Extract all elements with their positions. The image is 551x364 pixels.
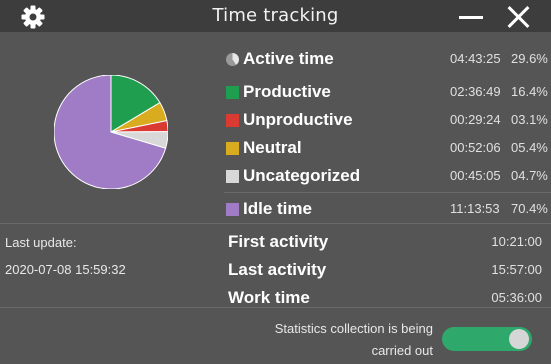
category-duration: 02:36:49: [450, 84, 501, 99]
category-duration: 00:29:24: [450, 112, 501, 127]
category-duration: 00:52:06: [450, 140, 501, 155]
last-activity-label: Last activity: [228, 260, 327, 279]
category-row-neutral: Neutral 00:52:06 05.4%: [224, 136, 551, 160]
work-time-value: 05:36:00: [491, 290, 542, 305]
last-activity-row: Last activity 15:57:00: [228, 259, 546, 283]
time-distribution-pie-chart: [54, 75, 168, 189]
category-duration: 00:45:05: [450, 168, 501, 183]
category-row-uncategorized: Uncategorized 00:45:05 04.7%: [224, 164, 551, 188]
statistics-status-text: Statistics collection is being carried o…: [274, 321, 433, 358]
idle-color-swatch: [226, 203, 239, 216]
active-time-duration: 04:43:25: [450, 51, 501, 66]
idle-time-label: Idle time: [243, 199, 312, 218]
statistics-collection-toggle[interactable]: [442, 327, 532, 351]
category-percent: 03.1%: [511, 112, 548, 127]
category-percent: 05.4%: [511, 140, 548, 155]
neutral-color-swatch: [226, 142, 239, 155]
idle-time-percent: 70.4%: [511, 201, 548, 216]
first-activity-row: First activity 10:21:00: [228, 231, 546, 255]
active-time-row: Active time 04:43:25 29.6%: [224, 47, 551, 71]
last-update-label: Last update:: [5, 235, 77, 250]
footer: Statistics collection is being carried o…: [0, 308, 551, 364]
title-bar: Time tracking: [0, 0, 551, 32]
category-row-productive: Productive 02:36:49 16.4%: [224, 80, 551, 104]
category-label: Uncategorized: [243, 166, 361, 185]
active-time-percent: 29.6%: [511, 51, 548, 66]
category-label: Unproductive: [243, 110, 353, 129]
first-activity-label: First activity: [228, 232, 329, 251]
unproductive-color-swatch: [226, 114, 239, 127]
idle-time-duration: 11:13:53: [450, 201, 500, 216]
category-label: Neutral: [243, 138, 302, 157]
uncategorized-color-swatch: [226, 170, 239, 183]
category-percent: 04.7%: [511, 168, 548, 183]
toggle-knob[interactable]: [509, 329, 529, 349]
productive-color-swatch: [226, 86, 239, 99]
active-time-label: Active time: [243, 49, 334, 68]
pie-chart-icon: [226, 53, 239, 66]
first-activity-value: 10:21:00: [491, 234, 542, 249]
category-percent: 16.4%: [511, 84, 548, 99]
category-row-unproductive: Unproductive 00:29:24 03.1%: [224, 108, 551, 132]
last-update-value: 2020-07-08 15:59:32: [5, 262, 126, 277]
divider: [0, 223, 551, 224]
category-label: Productive: [243, 82, 331, 101]
divider: [224, 192, 551, 193]
minimize-icon[interactable]: [456, 6, 486, 28]
last-activity-value: 15:57:00: [491, 262, 542, 277]
idle-time-row: Idle time 11:13:53 70.4%: [224, 197, 551, 221]
work-time-label: Work time: [228, 288, 310, 307]
close-icon[interactable]: [505, 3, 533, 31]
